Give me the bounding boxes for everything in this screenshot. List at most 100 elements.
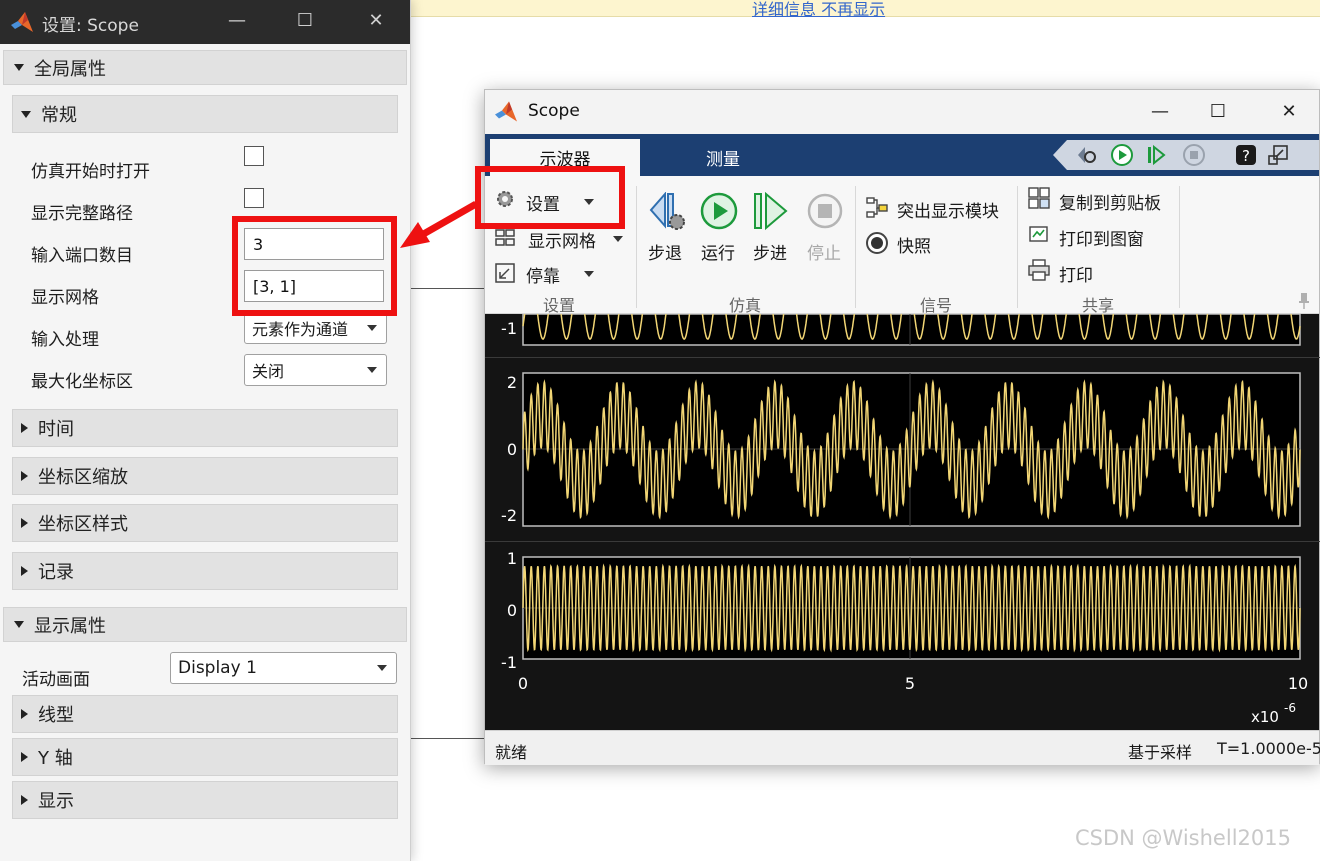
minimize-button[interactable]: — (222, 6, 252, 36)
dropdown-value: 元素作为通道 (252, 320, 349, 339)
section-label: 记录 (38, 562, 74, 583)
step-forward-icon[interactable] (1145, 144, 1167, 166)
print-to-figure-button[interactable]: 打印到图窗 (1059, 225, 1144, 250)
collapsed-arrow-icon (21, 752, 28, 762)
background-line (411, 288, 484, 289)
section-global-props[interactable]: 全局属性 (3, 50, 407, 85)
section-time[interactable]: 时间 (12, 409, 398, 447)
collapsed-arrow-icon (21, 709, 28, 719)
section-y-axis[interactable]: Y 轴 (12, 738, 398, 776)
step-back-gear-icon[interactable] (1075, 144, 1097, 166)
minimize-button[interactable]: — (1145, 97, 1175, 127)
expanded-arrow-icon (14, 64, 24, 71)
show-grid-dropdown-caret[interactable] (613, 236, 623, 242)
stop-label: 停止 (807, 244, 841, 264)
pin-icon[interactable] (1297, 292, 1311, 310)
collapsed-arrow-icon (21, 471, 28, 481)
status-time: T=1.0000e-5 (1217, 739, 1320, 758)
dropdown-value: 关闭 (252, 362, 285, 381)
section-label: 坐标区样式 (38, 514, 128, 535)
ax3-ytick: 1 (507, 549, 517, 568)
ribbon-separator (636, 186, 637, 308)
stop-icon[interactable] (1183, 144, 1205, 166)
section-label: 线型 (38, 705, 74, 726)
watermark: CSDN @Wishell2015 (1075, 826, 1291, 850)
settings-titlebar: 设置: Scope — ☐ ✕ (0, 0, 410, 44)
show-full-path-checkbox[interactable] (244, 188, 264, 208)
maximize-button[interactable]: ☐ (1203, 97, 1233, 127)
scope-plot-area: -1 2 0 -2 1 0 -1 0 5 10 x10 -6 (485, 314, 1320, 730)
scope-plot-canvas[interactable]: -1 2 0 -2 1 0 -1 0 5 10 x10 -6 (485, 314, 1320, 730)
copy-clipboard-icon (1028, 187, 1050, 209)
help-icon[interactable]: ? (1235, 144, 1257, 166)
run-icon[interactable] (1111, 144, 1133, 166)
x-multiplier: x10 (1251, 708, 1279, 726)
section-axes-style[interactable]: 坐标区样式 (12, 504, 398, 542)
close-button[interactable]: ✕ (1274, 97, 1304, 127)
snapshot-button[interactable]: 快照 (897, 232, 931, 257)
dock-icon (495, 263, 515, 283)
ax1-ytick: -1 (501, 319, 517, 338)
xtick: 5 (905, 674, 915, 693)
close-button[interactable]: ✕ (361, 6, 391, 36)
section-label: 时间 (38, 419, 74, 440)
num-input-ports-label: 输入端口数目 (31, 246, 133, 266)
open-at-start-checkbox[interactable] (244, 146, 264, 166)
section-logging[interactable]: 记录 (12, 552, 398, 590)
status-ready: 就绪 (495, 743, 528, 762)
maximize-axes-dropdown[interactable]: 关闭 (244, 354, 387, 386)
collapsed-arrow-icon (21, 518, 28, 528)
step-forward-icon[interactable] (752, 192, 792, 232)
quick-access-toolbar: ? (1053, 140, 1319, 170)
run-icon[interactable] (700, 192, 740, 232)
show-grid-button[interactable]: 显示网格 (528, 227, 596, 252)
snapshot-icon (866, 232, 888, 254)
tab-measurements[interactable]: 测量 (648, 139, 798, 176)
scope-titlebar: Scope — ☐ ✕ (485, 90, 1319, 134)
chevron-down-icon (377, 665, 387, 671)
input-processing-dropdown[interactable]: 元素作为通道 (244, 312, 387, 344)
print-button[interactable]: 打印 (1059, 261, 1093, 286)
stop-icon[interactable] (806, 192, 846, 232)
copy-clipboard-button[interactable]: 复制到剪贴板 (1059, 189, 1161, 214)
section-label: Y 轴 (38, 748, 73, 769)
axes-divider (485, 541, 1320, 542)
section-label: 显示属性 (34, 615, 106, 637)
section-line-style[interactable]: 线型 (12, 695, 398, 733)
collapsed-arrow-icon (21, 795, 28, 805)
section-general[interactable]: 常规 (12, 95, 398, 133)
step-forward-label: 步进 (753, 244, 787, 264)
background-line (411, 738, 484, 739)
ax3-ytick: 0 (507, 601, 517, 620)
undock-icon[interactable] (1267, 144, 1289, 166)
maximize-axes-label: 最大化坐标区 (31, 372, 133, 392)
maximize-button[interactable]: ☐ (290, 6, 320, 36)
axes-3: 1 0 -1 (501, 549, 1301, 672)
active-display-label: 活动画面 (22, 670, 90, 690)
status-bar: 就绪 基于采样 T=1.0000e-5 (485, 730, 1320, 765)
section-label: 常规 (41, 105, 77, 126)
step-back-icon[interactable] (647, 192, 687, 232)
status-sample-based: 基于采样 (1128, 743, 1193, 762)
highlight-block-icon (866, 197, 888, 218)
axes-1: -1 (501, 314, 1301, 346)
group-label-settings: 设置 (543, 296, 576, 315)
active-display-dropdown[interactable]: Display 1 (170, 652, 397, 684)
dock-dropdown-caret[interactable] (584, 271, 594, 277)
annotation-arrow (400, 200, 478, 248)
section-label: 全局属性 (34, 58, 106, 80)
background-link[interactable]: 详细信息 不再显示 (752, 0, 885, 20)
collapsed-arrow-icon (21, 566, 28, 576)
matlab-logo-icon (11, 12, 33, 32)
section-display-props[interactable]: 显示属性 (3, 607, 407, 642)
group-label-simulation: 仿真 (729, 296, 762, 315)
ax2-ytick: 2 (507, 373, 517, 392)
section-display[interactable]: 显示 (12, 781, 398, 819)
annotation-highlight-box (232, 216, 397, 316)
section-axes-scaling[interactable]: 坐标区缩放 (12, 457, 398, 495)
dock-button[interactable]: 停靠 (526, 262, 560, 287)
ribbon-separator (1017, 186, 1018, 308)
show-full-path-label: 显示完整路径 (31, 204, 133, 224)
matlab-logo-icon (495, 101, 517, 122)
highlight-block-button[interactable]: 突出显示模块 (897, 197, 999, 222)
